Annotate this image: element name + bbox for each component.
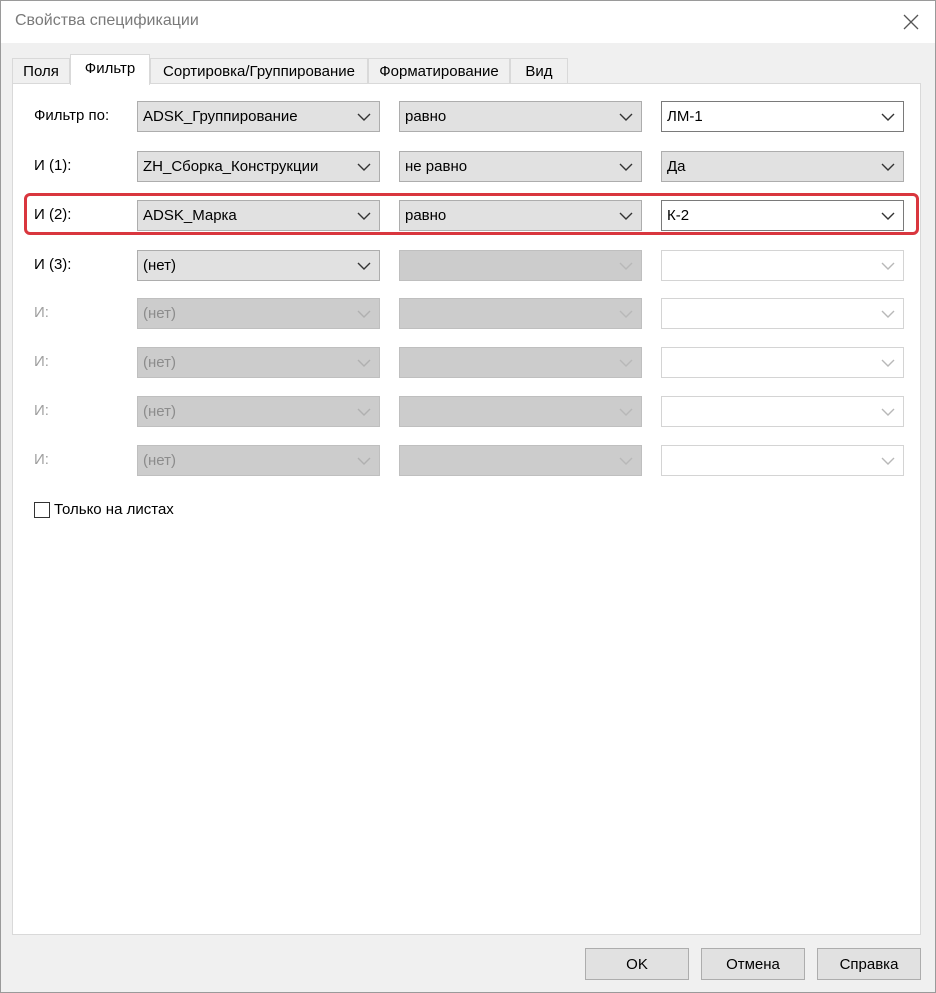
filter-value-value: Да xyxy=(667,158,686,175)
chevron-down-icon xyxy=(881,113,895,121)
tab-filter[interactable]: Фильтр xyxy=(70,54,150,85)
window-title: Свойства спецификации xyxy=(15,12,199,29)
cancel-button[interactable]: Отмена xyxy=(701,948,805,980)
filter-field-dropdown: (нет) xyxy=(137,445,380,476)
chevron-down-icon xyxy=(619,113,633,121)
sheets-only-option[interactable]: Только на листах xyxy=(34,501,174,518)
chevron-down-icon xyxy=(619,310,633,318)
filter-condition-dropdown xyxy=(399,298,642,329)
chevron-down-icon xyxy=(881,262,895,270)
tab-fields[interactable]: Поля xyxy=(12,58,70,83)
filter-field-dropdown: (нет) xyxy=(137,298,380,329)
tab-formatting[interactable]: Форматирование xyxy=(368,58,510,83)
chevron-down-icon xyxy=(357,408,371,416)
chevron-down-icon xyxy=(881,408,895,416)
chevron-down-icon xyxy=(619,408,633,416)
filter-field-value: (нет) xyxy=(143,403,176,420)
chevron-down-icon xyxy=(881,163,895,171)
ok-button[interactable]: OK xyxy=(585,948,689,980)
filter-value-dropdown xyxy=(661,396,904,427)
chevron-down-icon xyxy=(881,457,895,465)
filter-row-label: И: xyxy=(34,451,49,468)
filter-value-dropdown xyxy=(661,445,904,476)
chevron-down-icon xyxy=(881,310,895,318)
filter-field-value: (нет) xyxy=(143,257,176,274)
filter-field-dropdown[interactable]: ADSK_Группирование xyxy=(137,101,380,132)
filter-value-dropdown xyxy=(661,298,904,329)
filter-row-label: И: xyxy=(34,353,49,370)
chevron-down-icon xyxy=(881,359,895,367)
filter-condition-dropdown xyxy=(399,250,642,281)
sheets-only-label: Только на листах xyxy=(54,501,174,518)
filter-value-value: ЛМ-1 xyxy=(667,108,703,125)
close-icon xyxy=(903,14,919,30)
filter-condition-dropdown[interactable]: равно xyxy=(399,101,642,132)
sheets-only-checkbox[interactable] xyxy=(34,501,50,518)
chevron-down-icon xyxy=(357,262,371,270)
filter-row-label: Фильтр по: xyxy=(34,107,110,124)
filter-field-value: (нет) xyxy=(143,354,176,371)
filter-condition-dropdown xyxy=(399,347,642,378)
filter-condition-dropdown xyxy=(399,445,642,476)
filter-row-label: И: xyxy=(34,304,49,321)
filter-value-dropdown[interactable]: Да xyxy=(661,151,904,182)
filter-condition-dropdown[interactable]: не равно xyxy=(399,151,642,182)
filter-field-value: (нет) xyxy=(143,452,176,469)
filter-condition-value: не равно xyxy=(405,158,468,175)
filter-field-dropdown: (нет) xyxy=(137,396,380,427)
chevron-down-icon xyxy=(357,359,371,367)
help-button[interactable]: Справка xyxy=(817,948,921,980)
filter-field-dropdown: (нет) xyxy=(137,347,380,378)
chevron-down-icon xyxy=(357,113,371,121)
chevron-down-icon xyxy=(619,457,633,465)
tab-sorting-grouping[interactable]: Сортировка/Группирование xyxy=(150,58,368,83)
close-button[interactable] xyxy=(891,5,931,39)
filter-field-value: (нет) xyxy=(143,305,176,322)
highlight-box xyxy=(24,193,919,235)
filter-row-label: И (3): xyxy=(34,256,72,273)
tab-appearance[interactable]: Вид xyxy=(510,58,568,83)
chevron-down-icon xyxy=(357,457,371,465)
filter-field-dropdown[interactable]: ZH_Сборка_Конструкции xyxy=(137,151,380,182)
title-bar: Свойства спецификации xyxy=(1,1,935,43)
filter-condition-value: равно xyxy=(405,108,447,125)
filter-value-dropdown[interactable]: ЛМ-1 xyxy=(661,101,904,132)
chevron-down-icon xyxy=(357,310,371,318)
filter-value-dropdown xyxy=(661,347,904,378)
filter-value-dropdown xyxy=(661,250,904,281)
chevron-down-icon xyxy=(357,163,371,171)
filter-condition-dropdown xyxy=(399,396,642,427)
filter-row-label: И: xyxy=(34,402,49,419)
chevron-down-icon xyxy=(619,262,633,270)
filter-field-value: ZH_Сборка_Конструкции xyxy=(143,158,319,175)
filter-field-dropdown[interactable]: (нет) xyxy=(137,250,380,281)
filter-row-label: И (1): xyxy=(34,157,72,174)
chevron-down-icon xyxy=(619,359,633,367)
chevron-down-icon xyxy=(619,163,633,171)
filter-field-value: ADSK_Группирование xyxy=(143,108,298,125)
